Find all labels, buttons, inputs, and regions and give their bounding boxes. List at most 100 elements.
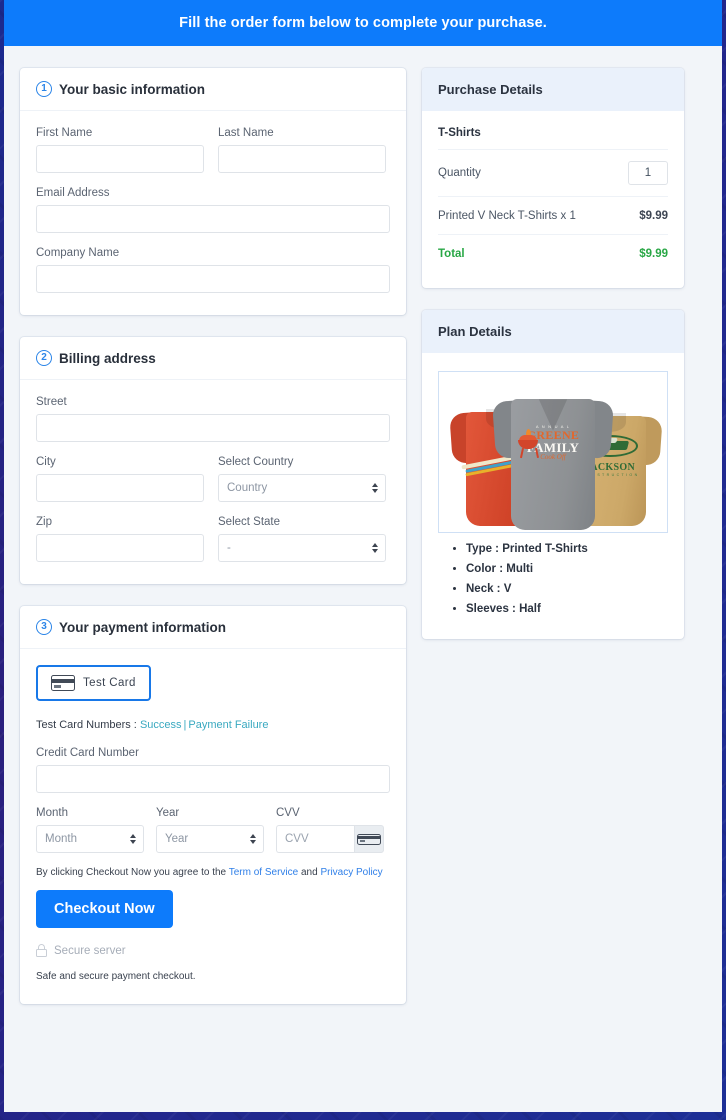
credit-card-number-field: Credit Card Number [36,747,390,793]
year-label: Year [156,807,264,819]
billing-address-card: 2 Billing address Street City [20,337,406,584]
company-input[interactable] [36,265,390,293]
test-card-failure-link[interactable]: Payment Failure [188,719,268,731]
cvv-input-group [276,825,384,853]
first-name-label: First Name [36,127,204,139]
country-label: Select Country [218,456,386,468]
total-row: Total $9.99 [438,234,668,272]
month-label: Month [36,807,144,819]
quantity-row: Quantity [438,149,668,196]
privacy-policy-link[interactable]: Privacy Policy [320,867,382,878]
tshirt-gray-artwork: A N N U A L GREENE FAMILY Cook Off [515,425,591,461]
expiry-cvv-row: Month Month Year Year [36,807,390,853]
year-select[interactable]: Year [156,825,264,853]
last-name-field: Last Name [218,127,386,173]
basic-information-title: Your basic information [59,82,205,97]
zip-input[interactable] [36,534,204,562]
country-select-wrap[interactable]: Country [218,474,386,502]
line-item-amount: $9.99 [639,210,668,222]
plan-specs-list: Type : Printed T-Shirts Color : Multi Ne… [438,543,668,615]
purchase-details-body: T-Shirts Quantity Printed V Neck T-Shirt… [422,111,684,288]
email-input[interactable] [36,205,390,233]
state-select[interactable]: - [218,534,386,562]
billing-address-header: 2 Billing address [20,337,406,380]
country-select[interactable]: Country [218,474,386,502]
plan-details-title: Plan Details [422,310,684,353]
cvv-card-icon-button[interactable] [354,825,384,853]
quantity-label: Quantity [438,167,481,179]
street-label: Street [36,396,390,408]
first-name-input[interactable] [36,145,204,173]
list-item: Type : Printed T-Shirts [466,543,668,555]
zip-label: Zip [36,516,204,528]
name-row: First Name Last Name [36,127,390,187]
last-name-input[interactable] [218,145,386,173]
banner-text: Fill the order form below to complete yo… [179,15,547,31]
country-field: Select Country Country [218,456,386,502]
billing-address-title: Billing address [59,351,156,366]
checkout-now-button[interactable]: Checkout Now [36,890,173,928]
plan-details-panel: Plan Details [422,310,684,639]
step-1-badge: 1 [36,81,52,97]
credit-card-icon [357,834,381,845]
basic-information-header: 1 Your basic information [20,68,406,111]
test-card-success-link[interactable]: Success [140,719,182,731]
agreement-and: and [301,867,318,878]
list-item: Color : Multi [466,563,668,575]
email-label: Email Address [36,187,390,199]
month-select[interactable]: Month [36,825,144,853]
secure-server-row: Secure server [36,944,390,957]
state-field: Select State - [218,516,386,562]
company-field: Company Name [36,247,390,293]
secure-server-label: Secure server [54,945,126,957]
step-3-badge: 3 [36,619,52,635]
payment-information-card: 3 Your payment information Test Card Tes… [20,606,406,1004]
line-item-row: Printed V Neck T-Shirts x 1 $9.99 [438,196,668,234]
product-image: JACKSON C O N S T R U C T I O N [438,371,668,533]
cvv-field: CVV [276,807,384,853]
test-card-tab-label: Test Card [83,677,136,689]
list-item: Neck : V [466,583,668,595]
agreement-prefix: By clicking Checkout Now you agree to th… [36,867,226,878]
email-field: Email Address [36,187,390,233]
last-name-label: Last Name [218,127,386,139]
payment-information-body: Test Card Test Card Numbers : Success|Pa… [20,649,406,1004]
first-name-field: First Name [36,127,204,173]
list-item: Sleeves : Half [466,603,668,615]
quantity-input[interactable] [628,161,668,185]
street-input[interactable] [36,414,390,442]
product-group-label: T-Shirts [438,115,668,149]
basic-information-card: 1 Your basic information First Name Last… [20,68,406,315]
zip-field: Zip [36,516,204,562]
payment-information-title: Your payment information [59,620,226,635]
test-card-numbers-prefix: Test Card Numbers : [36,719,137,731]
zip-state-row: Zip Select State - [36,516,390,562]
line-item-label: Printed V Neck T-Shirts x 1 [438,210,576,222]
main-content: 1 Your basic information First Name Last… [4,46,722,1026]
summary-column: Purchase Details T-Shirts Quantity Print… [422,68,684,661]
state-select-wrap[interactable]: - [218,534,386,562]
payment-information-header: 3 Your payment information [20,606,406,649]
safe-payment-note: Safe and secure payment checkout. [36,971,390,982]
agreement-text: By clicking Checkout Now you agree to th… [36,867,390,878]
cvv-label: CVV [276,807,384,819]
plan-details-body: JACKSON C O N S T R U C T I O N [422,353,684,639]
month-select-wrap[interactable]: Month [36,825,144,853]
test-card-tab[interactable]: Test Card [36,665,151,701]
year-select-wrap[interactable]: Year [156,825,264,853]
city-country-row: City Select Country Country [36,456,390,516]
step-2-badge: 2 [36,350,52,366]
page-banner: Fill the order form below to complete yo… [4,0,722,46]
credit-card-number-input[interactable] [36,765,390,793]
form-column: 1 Your basic information First Name Last… [20,68,406,1026]
test-card-numbers-row: Test Card Numbers : Success|Payment Fail… [36,719,390,731]
grill-icon [518,432,540,458]
company-label: Company Name [36,247,390,259]
cvv-input[interactable] [276,825,354,853]
purchase-details-panel: Purchase Details T-Shirts Quantity Print… [422,68,684,288]
total-label: Total [438,248,465,260]
city-input[interactable] [36,474,204,502]
purchase-details-title: Purchase Details [422,68,684,111]
terms-of-service-link[interactable]: Term of Service [229,867,298,878]
basic-information-body: First Name Last Name Email Address [20,111,406,315]
